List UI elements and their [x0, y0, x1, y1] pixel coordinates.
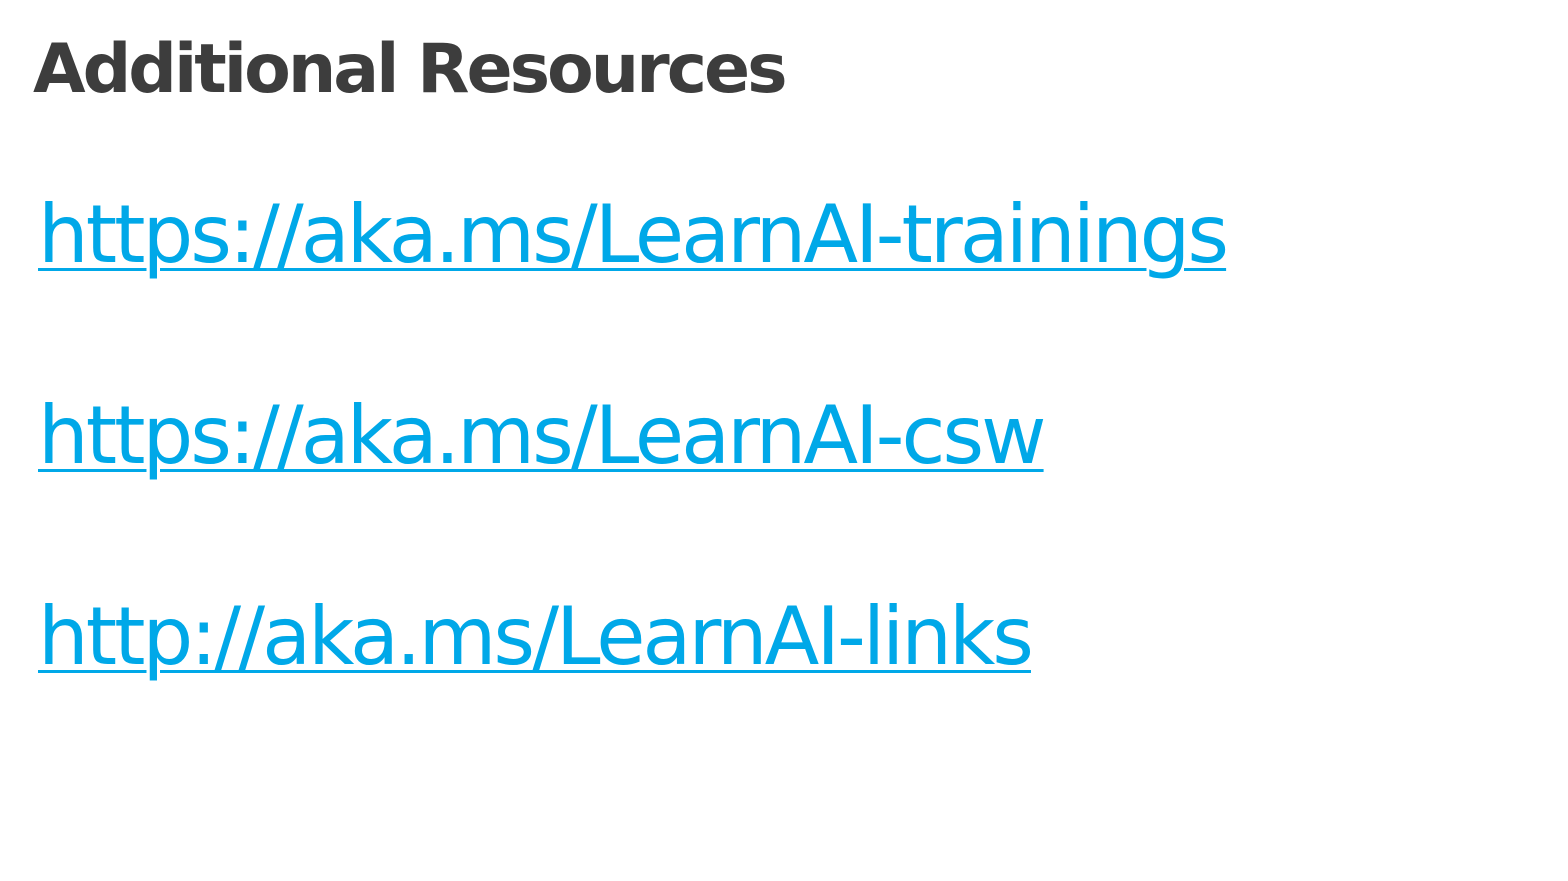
list-item: https://aka.ms/LearnAI-trainings: [38, 180, 1229, 381]
list-item: http://aka.ms/LearnAI-links: [38, 582, 1226, 783]
learnai-csw-link[interactable]: https://aka.ms/LearnAI-csw: [38, 381, 1047, 491]
list-item: https://aka.ms/LearnAI-csw: [38, 381, 1226, 582]
learnai-links-link[interactable]: http://aka.ms/LearnAI-links: [38, 582, 1034, 692]
slide: Additional Resources https://aka.ms/Lear…: [0, 0, 1568, 881]
slide-title: Additional Resources: [33, 30, 788, 109]
resource-link-list: https://aka.ms/LearnAI-trainings https:/…: [38, 180, 1229, 783]
learnai-trainings-link[interactable]: https://aka.ms/LearnAI-trainings: [38, 180, 1229, 290]
